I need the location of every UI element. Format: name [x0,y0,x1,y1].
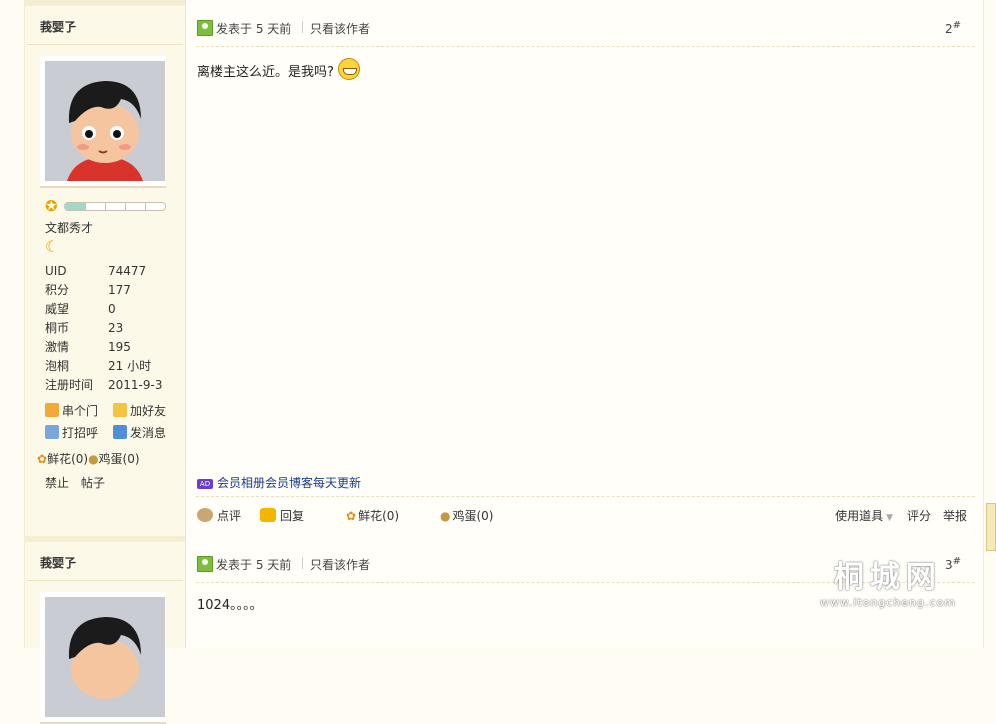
message-link[interactable]: 发消息 [113,424,166,442]
rank-bar [64,202,166,211]
author-sidebar: 莪婯孒 ✪ 文都秀才 ☾ UID 74477 积分 177 威望 0 桐币 23… [25,0,186,536]
post-icon [197,556,213,572]
rate-button[interactable]: 评分 [907,507,931,524]
ban-posts-link[interactable]: 帖子 [81,476,105,490]
post-content: 离楼主这么近。是我吗? [197,58,360,80]
stat-row[interactable]: 积分 177 [45,281,185,300]
egg-icon: ● [440,509,451,523]
chevron-down-icon: ▼ [886,513,893,523]
reply-button[interactable]: 回复 [260,507,304,524]
post-date: 发表于 5 天前 [216,558,292,572]
greet-icon [45,425,59,439]
flower-icon: ✿ [346,509,357,523]
only-author-link[interactable]: 只看该作者 [310,20,370,37]
comment-button[interactable]: 点评 [197,507,241,524]
only-author-link[interactable]: 只看该作者 [310,556,370,573]
comment-icon [197,508,213,522]
flower-icon: ✿ [37,452,48,466]
gift-counts: ✿鲜花(0)●鸡蛋(0) [37,450,140,467]
moon-icon: ☾ [45,237,60,256]
post-main: 发表于 5 天前 只看该作者 2# 离楼主这么近。是我吗? AD 会员相册会员博客… [196,0,975,536]
ad-link[interactable]: AD 会员相册会员博客每天更新 [197,474,361,491]
avatar-frame [40,592,166,724]
post-content: 1024。。。。 [197,598,263,613]
stat-row: 注册时间 2011-9-3 [45,378,163,392]
floor-number[interactable]: 2# [945,20,961,36]
post-icon [197,20,213,36]
greet-link[interactable]: 打招呼 [45,424,98,442]
avatar[interactable] [45,597,165,717]
stat-row: 威望 0 [45,302,116,316]
stat-row: 桐币 23 [45,321,124,335]
author-name[interactable]: 莪婯孒 [40,554,76,571]
ban-user-link[interactable]: 禁止 [45,476,69,490]
egg-button[interactable]: ● 鸡蛋(0) [440,507,493,524]
avatar[interactable] [45,61,165,181]
post-floor-2: 莪婯孒 ✪ 文都秀才 ☾ UID 74477 积分 177 威望 0 桐币 23… [24,0,984,536]
egg-gift-link[interactable]: 鸡蛋(0) [99,452,140,466]
post-header: 发表于 5 天前 只看该作者 2# [196,10,975,47]
stat-row: UID 74477 [45,264,147,278]
mail-icon [113,425,127,439]
add-friend-link[interactable]: 加好友 [113,402,166,420]
flower-gift-link[interactable]: 鲜花(0) [47,452,88,466]
stat-row: 激情 195 [45,340,131,354]
report-button[interactable]: 举报 [943,507,967,524]
avatar-frame [40,56,166,188]
author-name[interactable]: 莪婯孒 [40,18,76,35]
watermark: 桐城网 www.itongcheng.com [819,560,956,609]
use-tools-dropdown[interactable]: 使用道具 ▼ [835,507,893,524]
author-sidebar: 莪婯孒 [25,536,186,724]
star-rank-icon: ✪ [45,197,58,215]
flower-button[interactable]: ✿ 鲜花(0) [346,507,399,524]
smile-emoji [337,58,360,80]
post-date: 发表于 5 天前 [216,22,292,36]
side-tab[interactable] [986,503,996,551]
reply-icon [260,508,276,522]
handshake-icon [113,403,127,417]
rank-title: 文都秀才 [45,221,94,235]
post-footer: 点评 回复 ✿ 鲜花(0) ● 鸡蛋(0) 使用道具 ▼ 评分 举报 [196,496,975,533]
visit-link[interactable]: 串个门 [45,402,98,420]
egg-icon: ● [88,452,99,466]
moderation-links: 禁止 帖子 [45,474,105,491]
home-icon [45,403,59,417]
stat-row: 泡桐 21 小时 [45,359,152,373]
ad-badge: AD [197,479,213,489]
